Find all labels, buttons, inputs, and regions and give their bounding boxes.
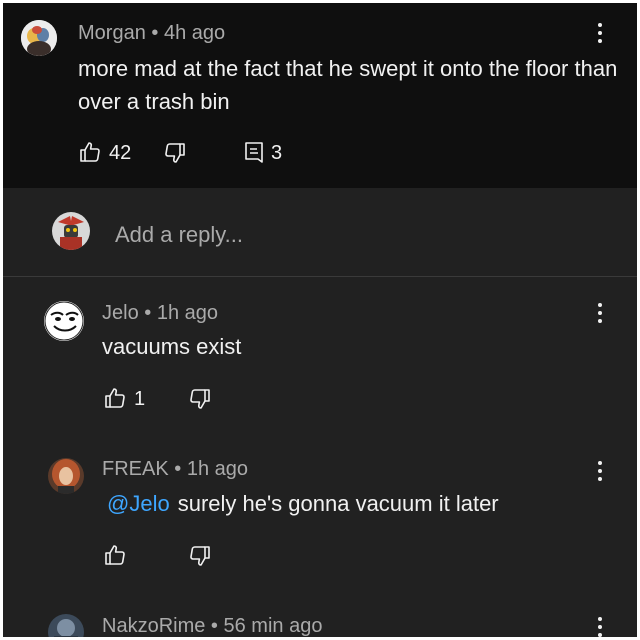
avatar[interactable] — [44, 301, 84, 341]
meta-separator: • — [144, 302, 152, 324]
like-count: 42 — [109, 142, 132, 164]
more-vert-icon[interactable] — [590, 457, 610, 485]
user-mention-link[interactable]: @Jelo — [107, 491, 170, 516]
thumb-down-icon[interactable] — [188, 544, 212, 568]
comment-text: vacuums exist — [102, 334, 242, 359]
more-vert-icon[interactable] — [590, 299, 610, 327]
comment-time: 4h ago — [163, 22, 226, 44]
comment-author[interactable]: NakzoRime — [102, 615, 205, 637]
comment-meta: NakzoRime • 56 min ago — [102, 615, 322, 637]
like-count: 1 — [134, 388, 146, 410]
thumb-down-icon[interactable] — [163, 141, 187, 165]
reply-count[interactable]: 3 — [271, 142, 282, 165]
thumb-up-icon[interactable] — [103, 386, 127, 410]
comment-thread: Morgan • 4h ago more mad at the fact tha… — [3, 3, 637, 637]
comment-text-content: surely he's gonna vacuum it later — [177, 491, 499, 516]
avatar — [52, 212, 90, 250]
comment-time: 56 min ago — [223, 615, 323, 637]
comment-meta: FREAK • 1h ago — [102, 458, 248, 481]
meta-separator: • — [174, 458, 182, 480]
reply-input[interactable]: Add a reply... — [115, 222, 243, 248]
comment-author[interactable]: Morgan — [78, 22, 146, 44]
comment-time: 1h ago — [186, 458, 248, 480]
avatar[interactable] — [48, 458, 84, 494]
meta-separator: • — [210, 615, 218, 637]
thumb-up-icon[interactable] — [78, 140, 102, 164]
comment-author[interactable]: FREAK — [102, 458, 169, 480]
comment-meta: Jelo • 1h ago — [102, 302, 218, 325]
more-vert-icon[interactable] — [590, 613, 610, 637]
comment-text: more mad at the fact that he swept it on… — [78, 56, 618, 114]
meta-separator: • — [151, 22, 159, 44]
reply-input-bar — [3, 188, 637, 277]
thumb-up-icon[interactable] — [103, 543, 127, 567]
comment-author[interactable]: Jelo — [102, 302, 139, 324]
reply-comment-icon[interactable] — [244, 141, 266, 165]
comment-text: @Jelo surely he's gonna vacuum it later — [107, 487, 637, 520]
comment-time: 1h ago — [156, 302, 219, 324]
avatar[interactable] — [21, 20, 57, 56]
comment-meta: Morgan • 4h ago — [78, 22, 225, 45]
more-vert-icon[interactable] — [590, 19, 610, 47]
thumb-down-icon[interactable] — [188, 387, 212, 411]
avatar[interactable] — [48, 614, 84, 637]
